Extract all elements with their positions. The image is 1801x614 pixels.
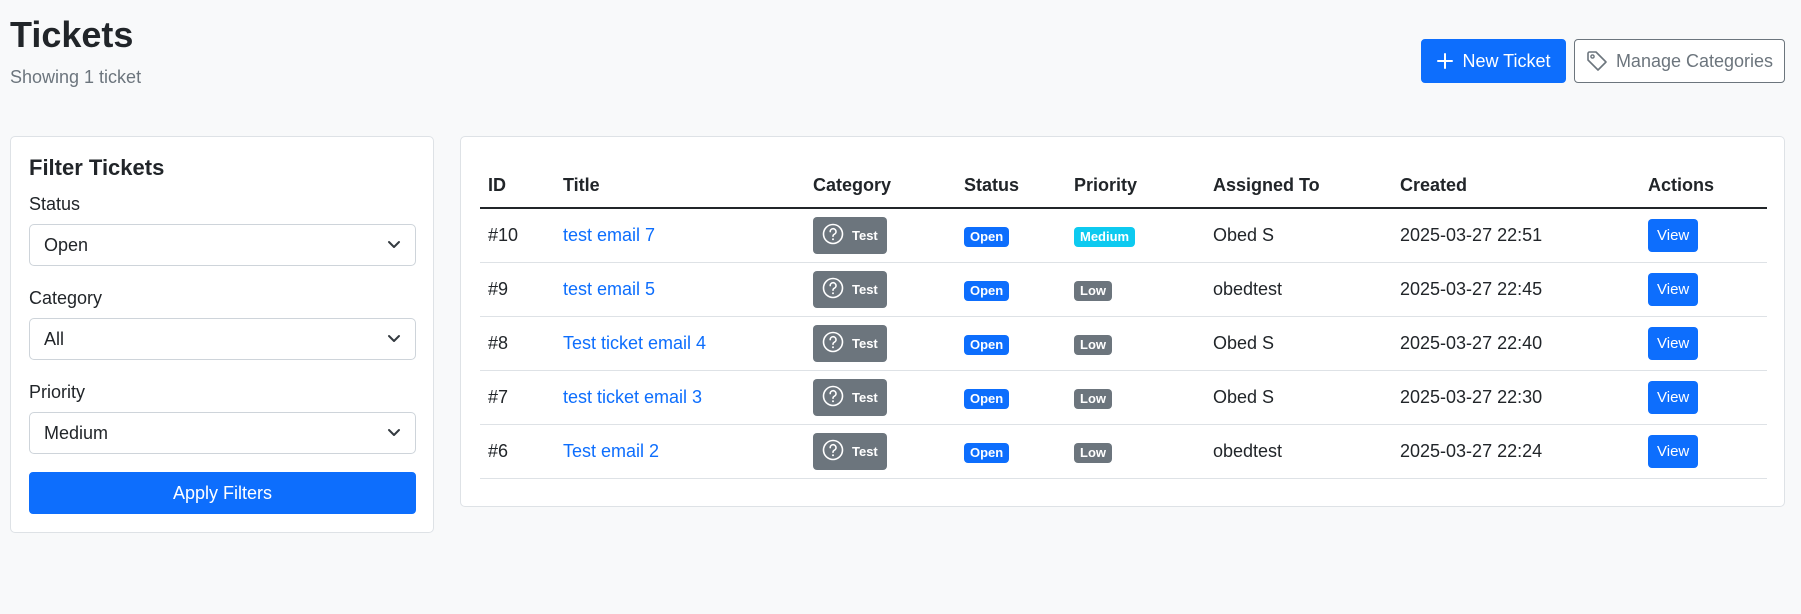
category-badge: Test (813, 379, 887, 416)
ticket-title-link[interactable]: test ticket email 3 (563, 387, 702, 407)
question-circle-icon (822, 439, 844, 464)
tickets-table-card: ID Title Category Status Priority Assign… (460, 136, 1785, 507)
created-date: 2025-03-27 22:45 (1392, 262, 1640, 317)
table-row: #8 Test ticket email 4 Test Open Low Obe… (480, 316, 1767, 371)
chevron-down-icon (387, 329, 401, 350)
manage-categories-label: Manage Categories (1615, 50, 1774, 71)
ticket-id: #7 (480, 370, 555, 425)
created-date: 2025-03-27 22:51 (1392, 208, 1640, 263)
priority-badge: Low (1074, 442, 1112, 463)
ticket-title-link[interactable]: test email 7 (563, 225, 655, 245)
category-badge-label: Test (852, 336, 878, 351)
assigned-to: Obed S (1205, 208, 1392, 263)
category-filter-label: Category (29, 288, 103, 308)
question-circle-icon (822, 277, 844, 302)
question-circle-icon (822, 385, 844, 410)
apply-filters-button[interactable]: Apply Filters (29, 472, 416, 514)
assigned-to: Obed S (1205, 370, 1392, 425)
status-badge: Open (964, 226, 1010, 247)
status-select[interactable]: Open (29, 224, 416, 266)
table-row: #7 test ticket email 3 Test Open Low Obe… (480, 370, 1767, 425)
view-button[interactable]: View (1648, 273, 1699, 306)
status-badge: Open (964, 334, 1010, 355)
column-header-assigned-to: Assigned To (1205, 163, 1392, 209)
category-badge-label: Test (852, 282, 878, 297)
status-badge: Open (964, 388, 1010, 409)
priority-select[interactable]: Medium (29, 412, 416, 454)
column-header-actions: Actions (1640, 163, 1767, 209)
view-button[interactable]: View (1648, 327, 1699, 360)
column-header-status: Status (956, 163, 1066, 209)
manage-categories-button[interactable]: Manage Categories (1574, 39, 1785, 83)
ticket-id: #9 (480, 262, 555, 317)
view-button[interactable]: View (1648, 435, 1699, 468)
status-filter-label: Status (29, 194, 81, 214)
created-date: 2025-03-27 22:30 (1392, 370, 1640, 425)
ticket-id: #8 (480, 316, 555, 371)
category-badge: Test (813, 433, 887, 470)
table-row: #6 Test email 2 Test Open Low obedtest 2… (480, 424, 1767, 479)
category-badge: Test (813, 271, 887, 308)
table-row: #10 test email 7 Test Open Medium Obed S… (480, 208, 1767, 263)
view-button[interactable]: View (1648, 381, 1699, 414)
ticket-title-link[interactable]: Test email 2 (563, 441, 659, 461)
priority-badge: Low (1074, 280, 1112, 301)
category-badge-label: Test (852, 390, 878, 405)
category-select[interactable]: All (29, 318, 416, 360)
assigned-to: Obed S (1205, 316, 1392, 371)
tag-icon (1586, 50, 1608, 72)
chevron-down-icon (387, 423, 401, 444)
ticket-title-link[interactable]: Test ticket email 4 (563, 333, 706, 353)
priority-badge: Low (1074, 388, 1112, 409)
column-header-created: Created (1392, 163, 1640, 209)
column-header-id: ID (480, 163, 555, 209)
ticket-id: #6 (480, 424, 555, 479)
filter-title: Filter Tickets (29, 155, 165, 180)
category-badge: Test (813, 217, 887, 254)
created-date: 2025-03-27 22:40 (1392, 316, 1640, 371)
table-row: #9 test email 5 Test Open Low obedtest 2… (480, 262, 1767, 317)
priority-filter-label: Priority (29, 382, 86, 402)
page-title: Tickets (10, 14, 134, 55)
assigned-to: obedtest (1205, 424, 1392, 479)
priority-select-value: Medium (44, 422, 109, 443)
category-select-value: All (44, 328, 65, 349)
column-header-priority: Priority (1066, 163, 1205, 209)
ticket-title-link[interactable]: test email 5 (563, 279, 655, 299)
created-date: 2025-03-27 22:24 (1392, 424, 1640, 479)
priority-badge: Low (1074, 334, 1112, 355)
column-header-category: Category (805, 163, 956, 209)
tickets-table: ID Title Category Status Priority Assign… (480, 163, 1767, 479)
category-badge-label: Test (852, 444, 878, 459)
question-circle-icon (822, 331, 844, 356)
view-button[interactable]: View (1648, 219, 1699, 252)
page-subtitle: Showing 1 ticket (10, 67, 142, 87)
ticket-id: #10 (480, 208, 555, 263)
status-select-value: Open (44, 234, 89, 255)
priority-badge: Medium (1074, 226, 1136, 247)
new-ticket-button[interactable]: New Ticket (1421, 39, 1566, 83)
plus-icon (1436, 52, 1454, 70)
category-badge-label: Test (852, 228, 878, 243)
new-ticket-label: New Ticket (1462, 50, 1551, 71)
chevron-down-icon (387, 235, 401, 256)
category-badge: Test (813, 325, 887, 362)
table-header-row: ID Title Category Status Priority Assign… (480, 163, 1767, 209)
assigned-to: obedtest (1205, 262, 1392, 317)
filter-card: Filter Tickets Status Open Category All … (10, 136, 434, 533)
status-badge: Open (964, 442, 1010, 463)
status-badge: Open (964, 280, 1010, 301)
question-circle-icon (822, 223, 844, 248)
column-header-title: Title (555, 163, 805, 209)
